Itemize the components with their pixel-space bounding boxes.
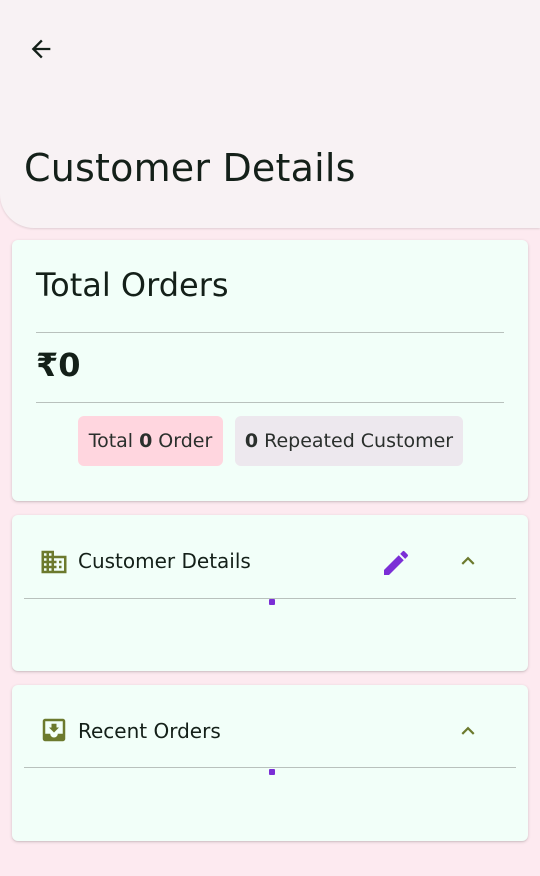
loading-indicator [269,599,275,605]
total-orders-card: Total Orders ₹0 Total 0 Order 0 Repeated… [12,240,528,501]
repeated-customer-chip[interactable]: 0 Repeated Customer [235,416,463,466]
divider [24,767,516,768]
total-orders-chip[interactable]: Total 0 Order [78,416,223,466]
chevron-up-icon [461,726,475,735]
pencil-icon [384,550,409,575]
repeated-customer-count: 0 [244,430,259,452]
total-order-count: 0 [139,430,153,452]
page-title: Customer Details [24,146,356,190]
recent-orders-label: Recent Orders [78,719,221,743]
customer-details-screen: Customer Details Total Orders ₹0 Total 0… [0,0,540,876]
chevron-up-icon [461,556,475,565]
recent-orders-section: Recent Orders [12,685,528,841]
building-icon [41,550,67,574]
back-button[interactable] [18,26,64,72]
top-app-bar: Customer Details [0,0,540,228]
total-amount: ₹0 [36,346,81,384]
arrow-back-icon [31,39,51,59]
inbox-icon [42,718,66,742]
chip-prefix: Total [88,430,134,452]
customer-details-label: Customer Details [78,549,251,573]
collapse-button[interactable] [452,545,484,577]
recent-orders-header[interactable]: Recent Orders [12,685,528,771]
loading-indicator [269,769,275,775]
customer-details-section: Customer Details [12,515,528,671]
divider [36,402,504,403]
edit-button[interactable] [378,545,414,581]
customer-details-header[interactable]: Customer Details [12,515,528,601]
divider [36,332,504,333]
chip-suffix: Order [158,430,213,452]
collapse-button[interactable] [452,715,484,747]
total-orders-title: Total Orders [36,266,229,304]
chip-suffix: Repeated Customer [264,430,454,452]
